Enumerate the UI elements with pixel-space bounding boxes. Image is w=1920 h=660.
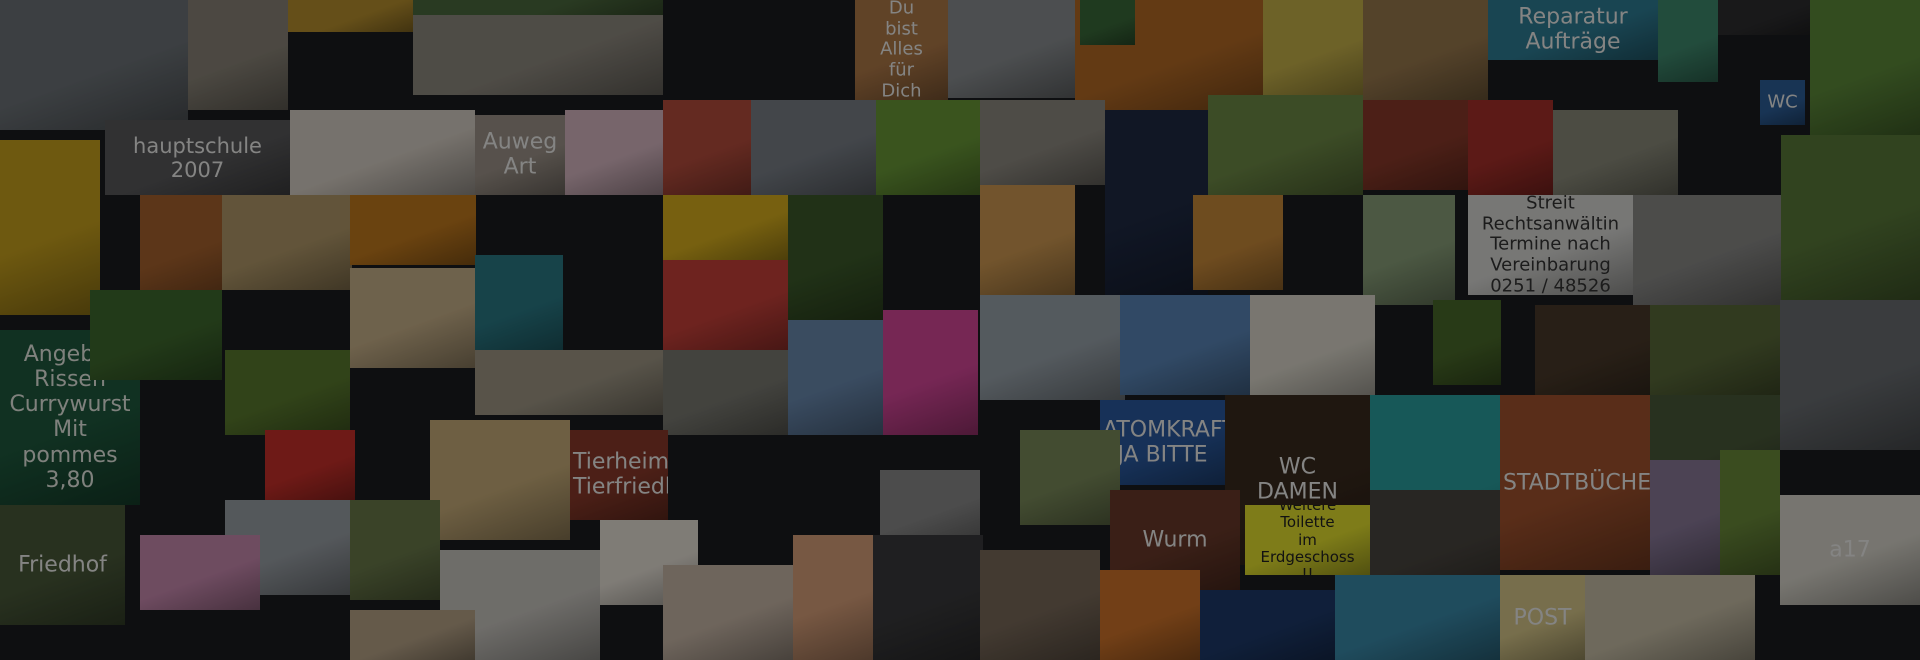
tile-truck-red [663,260,788,350]
tile-streit-sign-text: Streit Rechtsanwältin Termine nach Verei… [1481,195,1620,295]
tile-tractor-field [1781,135,1920,300]
tile-bowl-soup [288,0,413,32]
tile-popcorn-box [980,185,1075,295]
tile-toy-figure [1658,0,1718,82]
tile-sheep-lying [980,100,1105,185]
tile-toilet-yellow-note: Weitere Toilette im Erdgeschoss !! [1245,505,1370,575]
tile-bears-white [1585,575,1755,660]
tile-wurm-sign-text: Wurm [1142,527,1208,553]
tile-nut-plate [1193,195,1283,290]
tile-market-vegetables [225,350,350,435]
tile-goat-lying [1020,430,1120,525]
tile-hauptschule-sign: hauptschule 2007 [105,120,290,195]
tile-camera-lens [1718,0,1810,35]
tile-glass-jars [222,195,352,290]
tile-cobblestones [980,550,1100,660]
tile-goldfish [350,195,476,265]
tile-gingerbread-heart: Du bist Alles für Dich [855,0,948,100]
tile-doll-window [663,100,751,195]
tile-tierheim-sign: Tierheim Tierfriedhof [570,430,668,520]
tile-bicycle-sculpture [0,0,188,130]
tile-tierheim-sign-text: Tierheim Tierfriedhof [573,449,668,500]
tile-auweg-sign-text: Auweg Art [482,129,558,180]
tile-farm-scene [1650,305,1780,395]
tile-stadtbuecherei: STADTBÜCHEREI [1500,395,1650,570]
tile-power-pylon [1553,110,1678,195]
tile-cat-grass [1208,95,1363,195]
tile-seagull-flight [788,320,883,435]
tile-pink-heels [883,310,978,435]
tile-cherry-blossom [565,110,665,195]
tile-fountain-statue [475,255,563,355]
tile-surf-waves [980,295,1125,400]
tile-post-sign: POST [1500,575,1585,660]
tile-bird-garden [350,500,440,600]
tile-dog-yellow-raincoat [0,140,100,315]
tile-paella-menu [1250,295,1375,405]
tile-chimney-smoke [1120,295,1250,395]
tile-reparatur-sign: Reparatur Aufträge [1488,0,1658,60]
tile-flooded-street [1780,300,1920,450]
tile-wc-sign: WC [1760,80,1805,125]
tile-scaffold-red [1468,100,1553,195]
tile-cat-figurines [188,0,288,110]
tile-kiosk-green [90,290,222,380]
tile-sheep-standing [475,350,663,415]
tile-garden-goats [1720,450,1780,575]
tile-gingerbread-heart-text: Du bist Alles für Dich [880,0,923,100]
tile-car-interior [873,535,983,660]
photo-mosaic: Du bist Alles für Dich Reparatur Aufträge… [0,0,1920,660]
tile-green-fern [1810,0,1920,135]
tile-beach-ride [1335,575,1500,660]
tile-a17-sign-text: a17 [1829,537,1871,563]
tile-streit-sign: Streit Rechtsanwältin Termine nach Verei… [1468,195,1633,295]
tile-airplane-yellow [663,195,788,260]
tile-post-sign-text: POST [1513,604,1572,630]
tile-lion-statue [430,420,570,540]
tile-bride-swan [1363,195,1455,305]
tile-elephant [663,350,788,435]
tile-arches-building [350,610,475,660]
tile-atomkraft-sticker-text: ATOMKRAFT? JA BITTE [1103,417,1225,468]
tile-yellow-tulips [1263,0,1363,100]
tile-friedhof-sign: Friedhof [0,505,125,625]
tile-motor-tricycle [1633,195,1781,305]
tile-flowers-pink [140,535,260,610]
tile-wc-sign-text: WC [1767,91,1798,113]
tile-grasshopper [876,100,980,195]
tile-toilet-yellow-note-text: Weitere Toilette im Erdgeschoss !! [1260,505,1355,575]
tile-auweg-sign: Auweg Art [475,115,565,195]
tile-blue-van [1200,590,1340,660]
tile-traffic-light [788,195,883,320]
tile-road-sign-handwritten [413,15,663,95]
tile-man-phone [663,565,793,660]
tile-stork-sign [1650,460,1720,575]
tile-friedhof-sign-text: Friedhof [18,552,107,578]
tile-reparatur-sign-text: Reparatur Aufträge [1518,4,1628,55]
tile-red-trailer [1363,100,1468,190]
tile-toilet-sign-blue [350,268,475,368]
tile-wc-damen-door-text: WC DAMEN [1257,454,1338,505]
tile-wedding-couple [290,110,475,195]
tile-road-sign-green [1080,0,1135,45]
tile-whisky-bottle [1535,305,1650,397]
tile-pastry [793,535,873,660]
tile-orange-statue [1100,570,1200,660]
tile-smoke-ship [751,100,876,195]
tile-traffic-light-2 [1433,300,1501,385]
tile-dog-golden [1363,0,1488,100]
tile-white-bus [948,0,1075,98]
tile-red-ball-fence [265,430,355,500]
tile-forest-path [413,0,663,15]
tile-stadtbuecherei-text: STADTBÜCHEREI [1503,469,1650,495]
tile-hauptschule-sign-text: hauptschule 2007 [133,133,262,182]
tile-a17-sign: a17 [1780,495,1920,605]
